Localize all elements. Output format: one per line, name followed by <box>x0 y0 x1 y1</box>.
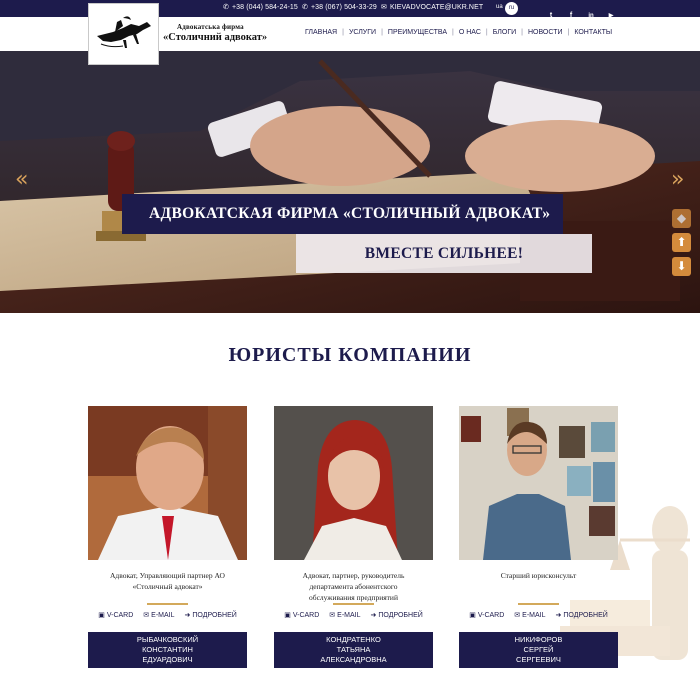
hero-banner-subtitle: ВМЕСТЕ СИЛЬНЕЕ! <box>296 234 592 273</box>
vcard-icon: ▣ <box>284 611 291 619</box>
details-link[interactable]: ➜ ПОДРОБНЕЙ <box>556 611 608 619</box>
lawyer-role: Адвокат, Управляющий партнер АО «Столичн… <box>88 570 247 592</box>
lawyer-card: Старший юрисконсульт ▣ V-CARD ✉ E-MAIL ➜ ПОДР… <box>459 406 618 668</box>
vcard-link[interactable]: ▣ V-CARD <box>469 611 504 619</box>
details-link[interactable]: ➜ ПОДРОБНЕЙ <box>371 611 423 619</box>
lawyer-photo[interactable] <box>274 406 433 560</box>
lawyer-surname: КОНДРАТЕНКО <box>326 635 381 644</box>
lawyer-links: ▣ V-CARD ✉ E-MAIL ➜ ПОДРОБНЕЙ <box>88 611 247 619</box>
email-text: KIEVADVOCATE@UKR.NET <box>389 4 484 11</box>
vcard-link[interactable]: ▣ V-CARD <box>284 611 319 619</box>
nav-item-news[interactable]: НОВОСТИ <box>523 29 568 36</box>
hero-slider: « » АДВОКАТСКАЯ ФИРМА «СТОЛИЧНЫЙ АДВОКАТ… <box>0 51 700 313</box>
hero-banner-title: АДВОКАТСКАЯ ФИРМА «СТОЛИЧНЫЙ АДВОКАТ» <box>122 194 563 234</box>
envelope-icon: ✉ <box>514 611 521 619</box>
email-link[interactable]: ✉ E-MAIL <box>514 611 545 619</box>
logo-rider-emblem <box>97 16 151 48</box>
arrow-right-icon: ➜ <box>370 611 377 619</box>
vcard-label: V-CARD <box>477 612 505 619</box>
lawyer-role-line: Адвокат, Управляющий партнер АО <box>110 571 225 580</box>
lawyer-patronymic: СЕРГЕЕВИЧ <box>516 655 561 664</box>
lawyer-firstname: СЕРГЕЙ <box>523 645 554 654</box>
envelope-icon: ✉ <box>143 611 150 619</box>
brand-title: «Столичний адвокат» <box>163 32 268 43</box>
envelope-icon: ✉ <box>329 611 336 619</box>
hero-background-image <box>0 51 700 313</box>
lawyer-role: Старший юрисконсульт <box>459 570 618 581</box>
phone-icon: ✆ <box>302 4 308 11</box>
lawyer-name[interactable]: РЫБАЧКОВСКИЙ КОНСТАНТИН ЕДУАРДОВИЧ <box>88 632 247 668</box>
lawyer-surname: РЫБАЧКОВСКИЙ <box>136 635 199 644</box>
nav-item-contacts[interactable]: КОНТАКТЫ <box>569 29 617 36</box>
lang-ru[interactable]: ru <box>505 2 518 15</box>
vcard-label: V-CARD <box>106 612 134 619</box>
logo[interactable] <box>88 3 159 65</box>
slider-next-button[interactable]: » <box>671 169 684 191</box>
gold-divider <box>147 603 188 605</box>
details-link[interactable]: ➜ ПОДРОБНЕЙ <box>185 611 237 619</box>
vcard-link[interactable]: ▣ V-CARD <box>98 611 133 619</box>
phone-2-text: +38 (067) 504-33-29 <box>310 4 377 11</box>
lawyer-links: ▣ V-CARD ✉ E-MAIL ➜ ПОДРОБНЕЙ <box>274 611 433 619</box>
phone-1[interactable]: ✆ +38 (044) 584-24-15 <box>223 3 298 11</box>
lawyer-role-line: обслуживания предприятий <box>309 593 398 602</box>
lawyer-patronymic: АЛЕКСАНДРОВНА <box>320 655 387 664</box>
email-label: E-MAIL <box>151 612 175 619</box>
scroll-down-icon[interactable]: ⬇ <box>672 257 691 276</box>
details-label: ПОДРОБНЕЙ <box>378 612 423 619</box>
vcard-label: V-CARD <box>292 612 320 619</box>
phone-2[interactable]: ✆ +38 (067) 504-33-29 <box>302 3 377 11</box>
lang-ua[interactable]: ua <box>496 4 503 10</box>
lawyer-firstname: КОНСТАНТИН <box>142 645 193 654</box>
email-link[interactable]: ✉ E-MAIL <box>329 611 360 619</box>
lawyer-photo[interactable] <box>88 406 247 560</box>
lawyer-card: Адвокат, Управляющий партнер АО «Столичн… <box>88 406 247 668</box>
lawyer-photo-image <box>88 406 247 560</box>
vcard-icon: ▣ <box>469 611 476 619</box>
nav-item-blogs[interactable]: БЛОГИ <box>488 29 521 36</box>
lawyer-role-line: Адвокат, партнер, руководитель <box>302 571 405 580</box>
lawyer-name[interactable]: КОНДРАТЕНКО ТАТЬЯНА АЛЕКСАНДРОВНА <box>274 632 433 668</box>
arrow-right-icon: ➜ <box>555 611 562 619</box>
scroll-up-icon[interactable]: ⬆ <box>672 233 691 252</box>
gold-divider <box>518 603 559 605</box>
lawyer-role-line: департамента абонентского <box>309 582 398 591</box>
lawyer-links: ▣ V-CARD ✉ E-MAIL ➜ ПОДРОБНЕЙ <box>459 611 618 619</box>
email-contact[interactable]: ✉ KIEVADVOCATE@UKR.NET <box>381 3 483 11</box>
brand-subtitle: Адвокатська фирма <box>177 23 244 31</box>
vcard-icon: ▣ <box>98 611 105 619</box>
nav-item-advantages[interactable]: ПРЕИМУЩЕСТВА <box>383 29 452 36</box>
lawyer-name[interactable]: НИКИФОРОВ СЕРГЕЙ СЕРГЕЕВИЧ <box>459 632 618 668</box>
phone-1-text: +38 (044) 584-24-15 <box>231 4 298 11</box>
lawyer-photo-image <box>274 406 433 560</box>
slider-prev-button[interactable]: « <box>15 169 28 191</box>
nav-item-about[interactable]: О НАС <box>454 29 486 36</box>
lawyer-photo[interactable] <box>459 406 618 560</box>
lawyer-card: Адвокат, партнер, руководитель департаме… <box>274 406 433 668</box>
lawyer-patronymic: ЕДУАРДОВИЧ <box>142 655 193 664</box>
main-nav: ГЛАВНАЯ | УСЛУГИ | ПРЕИМУЩЕСТВА | О НАС | БЛОГИ |… <box>300 29 617 36</box>
lawyer-firstname: ТАТЬЯНА <box>336 645 371 654</box>
section-title: ЮРИСТЫ КОМПАНИИ <box>228 344 472 366</box>
email-label: E-MAIL <box>337 612 361 619</box>
lawyer-role-line: «Столичный адвокат» <box>132 582 203 591</box>
details-label: ПОДРОБНЕЙ <box>192 612 237 619</box>
gold-divider <box>333 603 374 605</box>
chat-bubble-icon[interactable]: ◆ <box>672 209 691 228</box>
arrow-right-icon: ➜ <box>184 611 191 619</box>
lawyer-role-line: Старший юрисконсульт <box>500 571 577 580</box>
lawyer-surname: НИКИФОРОВ <box>514 635 563 644</box>
email-link[interactable]: ✉ E-MAIL <box>143 611 174 619</box>
phone-icon: ✆ <box>223 4 229 11</box>
envelope-icon: ✉ <box>381 4 387 11</box>
lawyer-photo-image <box>459 406 618 560</box>
email-label: E-MAIL <box>522 612 546 619</box>
nav-item-services[interactable]: УСЛУГИ <box>344 29 381 36</box>
lawyer-role: Адвокат, партнер, руководитель департаме… <box>274 570 433 603</box>
details-label: ПОДРОБНЕЙ <box>563 612 608 619</box>
nav-item-home[interactable]: ГЛАВНАЯ <box>300 29 342 36</box>
